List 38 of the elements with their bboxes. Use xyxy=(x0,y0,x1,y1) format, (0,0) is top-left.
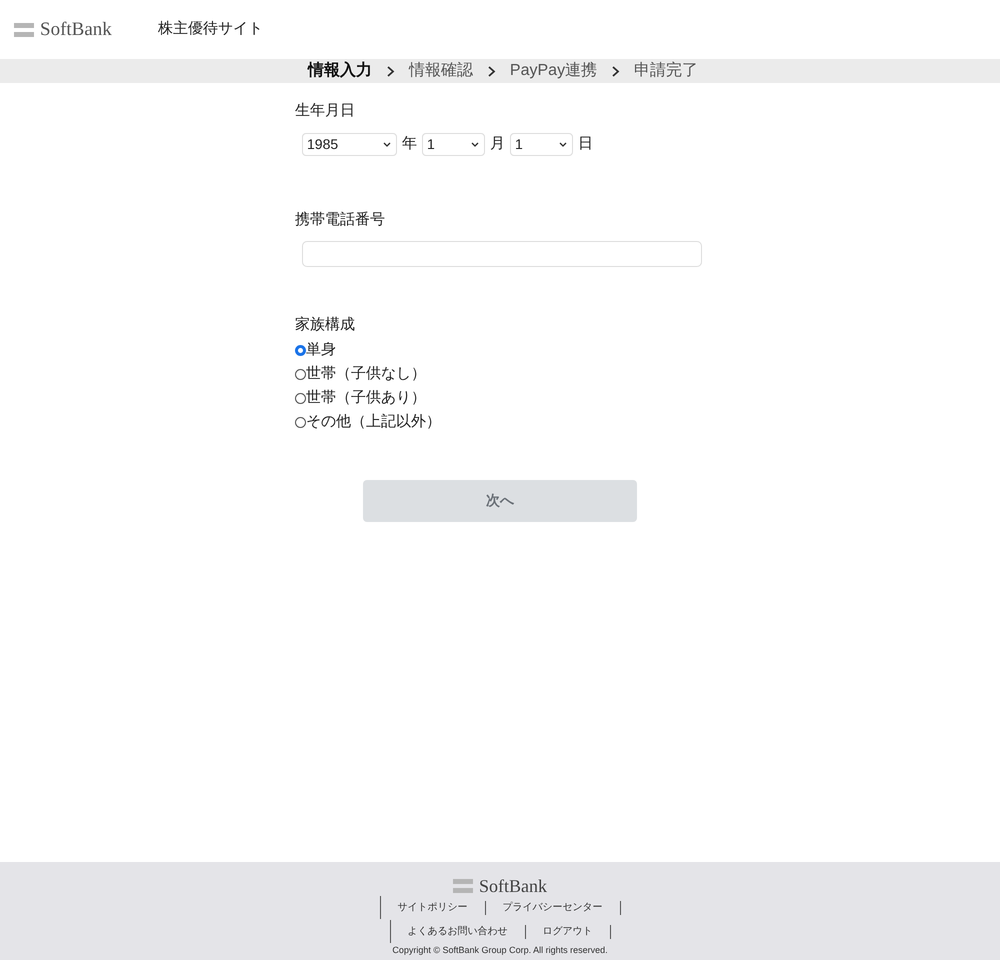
step-label: 申請完了 xyxy=(634,60,698,81)
date-select[interactable]: 1 xyxy=(422,132,485,156)
footer-logo-text: SoftBank xyxy=(478,877,547,895)
footer-link[interactable]: ログアウト xyxy=(542,926,592,936)
radio-button[interactable] xyxy=(295,393,306,404)
date-select[interactable]: 1 xyxy=(510,132,573,156)
caret-icon xyxy=(383,142,391,146)
phone-input[interactable] xyxy=(302,241,702,267)
logo-bars-icon xyxy=(14,22,34,36)
date-suffix: 月 xyxy=(490,134,505,154)
logo-text[interactable]: SoftBank xyxy=(40,20,112,39)
copyright-text: Copyright © SoftBank Group Corp. All rights reserved. xyxy=(392,945,608,956)
footer-link[interactable]: プライバシーセンター xyxy=(502,902,602,912)
radio-button[interactable] xyxy=(295,417,306,428)
radio-button[interactable] xyxy=(295,369,306,380)
radio-label: 世帯（子供あり） xyxy=(306,388,426,408)
footer-link[interactable]: よくあるお問い合わせ xyxy=(408,926,508,936)
step-label: 情報確認 xyxy=(408,60,473,81)
date-suffix: 年 xyxy=(402,134,417,154)
logo-bars-icon xyxy=(452,879,473,893)
date-suffix: 日 xyxy=(578,134,593,154)
radio-button[interactable] xyxy=(295,345,306,356)
radio-label: 単身 xyxy=(306,340,336,360)
chevron-right-icon xyxy=(386,66,395,76)
caret-icon xyxy=(559,142,567,146)
caret-icon xyxy=(471,142,479,146)
date-select[interactable]: 1985 xyxy=(302,132,397,156)
field-label: 家族構成 xyxy=(295,315,356,335)
chevron-right-icon xyxy=(486,66,496,76)
field-label: 携帯電話番号 xyxy=(295,210,386,230)
footer-link[interactable]: サイトポリシー xyxy=(398,902,468,912)
field-label: 生年月日 xyxy=(295,101,356,121)
step-label: PayPay連携 xyxy=(510,60,598,81)
radio-label: その他（上記以外） xyxy=(306,412,441,432)
site-title: 株主優待サイト xyxy=(158,19,263,40)
chevron-right-icon xyxy=(611,66,620,76)
radio-label: 世帯（子供なし） xyxy=(306,364,426,384)
step-label: 情報入力 xyxy=(308,60,372,81)
